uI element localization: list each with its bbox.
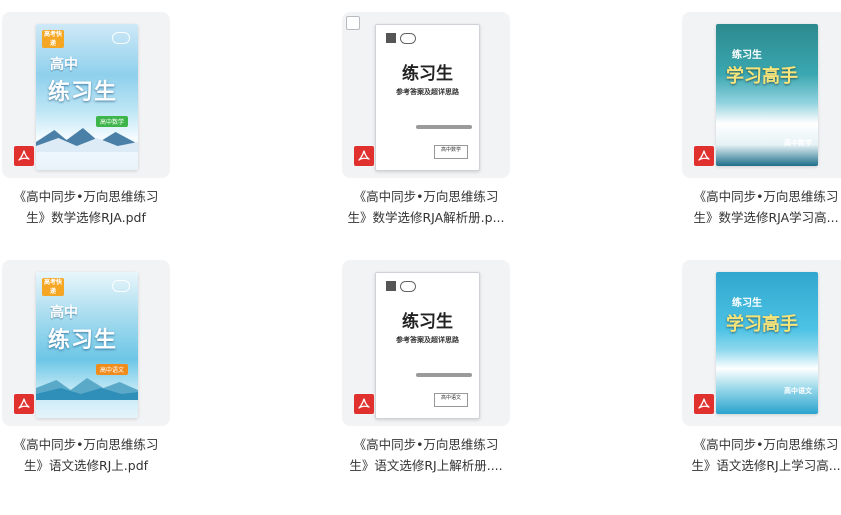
cover-subject: 高中语文 (784, 387, 812, 395)
file-name[interactable]: 《高中同步•万向思维练习 生》数学选修RJA解析册.p... (336, 186, 516, 228)
cover-big-title: 练习生 (48, 327, 118, 353)
pdf-icon (14, 394, 34, 414)
mountain-illustration (36, 372, 138, 400)
cover-subject: 高中数学 (784, 139, 812, 147)
cover-title: 练习生 (402, 64, 453, 84)
pdf-icon (14, 146, 34, 166)
file-name-line1: 《高中同步•万向思维练习 (693, 437, 839, 452)
file-name-line2: 生》语文选修RJ上学习高... (691, 458, 841, 473)
publisher-logo-icon (386, 33, 396, 43)
file-thumbnail[interactable]: 练习生 学习高手 高中语文 (682, 260, 841, 426)
cover-subject-box: 高中语文 (434, 393, 468, 407)
file-name-line1: 《高中同步•万向思维练习 (693, 189, 839, 204)
file-thumbnail[interactable]: 练习生 参考答案及超详思路 高中语文 (342, 260, 510, 426)
file-thumbnail[interactable]: 高考快递 高中 练习生 高中数学 (2, 12, 170, 178)
cover-badge: 高考快递 (42, 278, 64, 296)
file-name[interactable]: 《高中同步•万向思维练习 生》数学选修RJA.pdf (0, 186, 176, 228)
file-name-line2: 生》数学选修RJA学习高... (693, 210, 839, 225)
file-thumbnail[interactable]: 高考快递 高中 练习生 高中语文 (2, 260, 170, 426)
file-thumbnail[interactable]: 练习生 参考答案及超详思路 高中数学 (342, 12, 510, 178)
cover-subtitle: 参考答案及超详思路 (396, 88, 459, 96)
book-cover: 练习生 参考答案及超详思路 高中语文 (375, 272, 480, 419)
book-cover: 练习生 参考答案及超详思路 高中数学 (375, 24, 480, 171)
cover-subject-box: 高中数学 (434, 145, 468, 159)
file-name-line1: 《高中同步•万向思维练习 (13, 189, 159, 204)
cover-small-title: 高中 (50, 57, 78, 73)
cover-big-title: 练习生 (48, 79, 118, 105)
file-name-line2: 生》语文选修RJ上解析册.... (349, 458, 503, 473)
book-cover: 练习生 学习高手 高中数学 (716, 24, 818, 166)
cover-small-title: 高中 (50, 305, 78, 321)
pdf-icon (354, 146, 374, 166)
file-name-line2: 生》语文选修RJ上.pdf (23, 458, 149, 473)
file-thumbnail[interactable]: 练习生 学习高手 高中数学 (682, 12, 841, 178)
cover-title: 练习生 (402, 312, 453, 332)
cover-subtitle: 参考答案及超详思路 (396, 336, 459, 344)
cover-big-title: 学习高手 (726, 66, 798, 87)
publisher-logo-icon (386, 281, 396, 291)
cover-divider (416, 125, 472, 129)
pdf-icon (694, 146, 714, 166)
cover-divider (416, 373, 472, 377)
file-name-line1: 《高中同步•万向思维练习 (353, 437, 499, 452)
brand-logo-icon (400, 33, 416, 44)
file-name[interactable]: 《高中同步•万向思维练习 生》语文选修RJ上学习高... (676, 434, 841, 476)
file-name-line2: 生》数学选修RJA.pdf (26, 210, 146, 225)
cover-big-title: 学习高手 (726, 314, 798, 335)
mountain-illustration (36, 124, 138, 152)
cover-title: 练习生 (732, 298, 762, 309)
file-name-line2: 生》数学选修RJA解析册.p... (347, 210, 505, 225)
book-cover: 高考快递 高中 练习生 高中语文 (36, 272, 138, 418)
brand-logo-icon (400, 281, 416, 292)
cover-badge: 高考快递 (42, 30, 64, 48)
file-name-line1: 《高中同步•万向思维练习 (13, 437, 159, 452)
file-grid: 高考快递 高中 练习生 高中数学 《高中同步•万向思维练习 生》数学选修RJA.… (0, 0, 841, 515)
book-cover: 高考快递 高中 练习生 高中数学 (36, 24, 138, 170)
publisher-logo-icon (112, 280, 130, 292)
select-checkbox[interactable] (346, 16, 360, 30)
pdf-icon (694, 394, 714, 414)
file-name[interactable]: 《高中同步•万向思维练习 生》语文选修RJ上解析册.... (336, 434, 516, 476)
file-name[interactable]: 《高中同步•万向思维练习 生》数学选修RJA学习高... (676, 186, 841, 228)
file-name-line1: 《高中同步•万向思维练习 (353, 189, 499, 204)
publisher-logo-icon (112, 32, 130, 44)
file-name[interactable]: 《高中同步•万向思维练习 生》语文选修RJ上.pdf (0, 434, 176, 476)
pdf-icon (354, 394, 374, 414)
book-cover: 练习生 学习高手 高中语文 (716, 272, 818, 414)
cover-title: 练习生 (732, 50, 762, 61)
